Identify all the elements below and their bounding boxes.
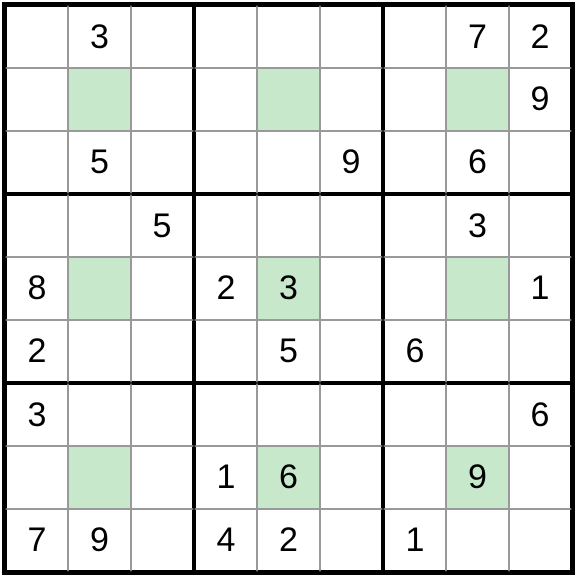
cell-r5-c8[interactable]: [446, 257, 509, 320]
cell-r3-c8[interactable]: 6: [446, 131, 509, 194]
cell-r1-c9[interactable]: 2: [509, 5, 572, 68]
cell-r5-c5[interactable]: 3: [257, 257, 320, 320]
cell-r4-c4[interactable]: [194, 194, 257, 257]
cell-r8-c9[interactable]: [509, 446, 572, 509]
cell-r7-c3[interactable]: [131, 383, 194, 446]
cell-r2-c2[interactable]: [68, 68, 131, 131]
cell-r2-c4[interactable]: [194, 68, 257, 131]
cell-r8-c1[interactable]: [5, 446, 68, 509]
cell-r3-c4[interactable]: [194, 131, 257, 194]
cell-r5-c4[interactable]: 2: [194, 257, 257, 320]
cell-r2-c7[interactable]: [383, 68, 446, 131]
cell-r2-c9[interactable]: 9: [509, 68, 572, 131]
cell-r9-c4[interactable]: 4: [194, 509, 257, 572]
cell-r7-c2[interactable]: [68, 383, 131, 446]
cell-r6-c3[interactable]: [131, 320, 194, 383]
cell-r1-c2[interactable]: 3: [68, 5, 131, 68]
cell-r8-c3[interactable]: [131, 446, 194, 509]
cell-r2-c5[interactable]: [257, 68, 320, 131]
cell-r8-c8[interactable]: 9: [446, 446, 509, 509]
cell-r1-c8[interactable]: 7: [446, 5, 509, 68]
cell-r3-c3[interactable]: [131, 131, 194, 194]
cell-r4-c1[interactable]: [5, 194, 68, 257]
cell-r4-c8[interactable]: 3: [446, 194, 509, 257]
cell-r6-c4[interactable]: [194, 320, 257, 383]
cell-r3-c5[interactable]: [257, 131, 320, 194]
cell-r3-c7[interactable]: [383, 131, 446, 194]
cell-r1-c7[interactable]: [383, 5, 446, 68]
cell-r5-c1[interactable]: 8: [5, 257, 68, 320]
cell-r4-c3[interactable]: 5: [131, 194, 194, 257]
cell-r3-c9[interactable]: [509, 131, 572, 194]
cell-r4-c7[interactable]: [383, 194, 446, 257]
cell-r2-c1[interactable]: [5, 68, 68, 131]
cell-r9-c9[interactable]: [509, 509, 572, 572]
cell-r7-c5[interactable]: [257, 383, 320, 446]
sudoku-grid: 37295965382312563616979421: [2, 2, 575, 575]
cell-r9-c7[interactable]: 1: [383, 509, 446, 572]
sudoku-board: 37295965382312563616979421: [0, 2, 577, 579]
cell-r6-c7[interactable]: 6: [383, 320, 446, 383]
cell-r7-c9[interactable]: 6: [509, 383, 572, 446]
cell-r4-c9[interactable]: [509, 194, 572, 257]
cell-r3-c2[interactable]: 5: [68, 131, 131, 194]
cell-r8-c4[interactable]: 1: [194, 446, 257, 509]
cell-r9-c3[interactable]: [131, 509, 194, 572]
cell-r9-c8[interactable]: [446, 509, 509, 572]
cell-r7-c1[interactable]: 3: [5, 383, 68, 446]
cell-r2-c8[interactable]: [446, 68, 509, 131]
cell-r3-c6[interactable]: 9: [320, 131, 383, 194]
cell-r8-c7[interactable]: [383, 446, 446, 509]
cell-r5-c3[interactable]: [131, 257, 194, 320]
cell-r9-c1[interactable]: 7: [5, 509, 68, 572]
cell-r1-c5[interactable]: [257, 5, 320, 68]
cell-r8-c5[interactable]: 6: [257, 446, 320, 509]
cell-r3-c1[interactable]: [5, 131, 68, 194]
cell-r6-c5[interactable]: 5: [257, 320, 320, 383]
cell-r9-c2[interactable]: 9: [68, 509, 131, 572]
cell-r5-c6[interactable]: [320, 257, 383, 320]
cell-r7-c7[interactable]: [383, 383, 446, 446]
cell-r5-c9[interactable]: 1: [509, 257, 572, 320]
cell-r1-c6[interactable]: [320, 5, 383, 68]
cell-r6-c1[interactable]: 2: [5, 320, 68, 383]
cell-r5-c7[interactable]: [383, 257, 446, 320]
cell-r6-c2[interactable]: [68, 320, 131, 383]
cell-r6-c9[interactable]: [509, 320, 572, 383]
cell-r1-c3[interactable]: [131, 5, 194, 68]
cell-r9-c5[interactable]: 2: [257, 509, 320, 572]
cell-r1-c4[interactable]: [194, 5, 257, 68]
cell-r9-c6[interactable]: [320, 509, 383, 572]
cell-r4-c6[interactable]: [320, 194, 383, 257]
cell-r7-c4[interactable]: [194, 383, 257, 446]
cell-r2-c6[interactable]: [320, 68, 383, 131]
cell-r4-c5[interactable]: [257, 194, 320, 257]
cell-r8-c2[interactable]: [68, 446, 131, 509]
cell-r6-c8[interactable]: [446, 320, 509, 383]
cell-r1-c1[interactable]: [5, 5, 68, 68]
cell-r4-c2[interactable]: [68, 194, 131, 257]
cell-r7-c8[interactable]: [446, 383, 509, 446]
cell-r8-c6[interactable]: [320, 446, 383, 509]
cell-r7-c6[interactable]: [320, 383, 383, 446]
cell-r6-c6[interactable]: [320, 320, 383, 383]
cell-r2-c3[interactable]: [131, 68, 194, 131]
cell-r5-c2[interactable]: [68, 257, 131, 320]
